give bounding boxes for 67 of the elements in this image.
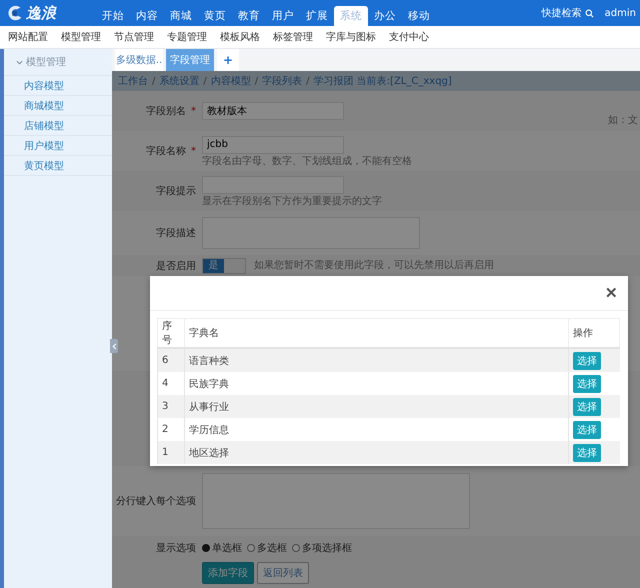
radio-button[interactable] bbox=[247, 544, 255, 552]
side-note: 如：文 bbox=[608, 114, 638, 127]
chevron-left-icon bbox=[112, 342, 116, 350]
page-tab[interactable]: 多级数据.. bbox=[115, 49, 163, 71]
sub-nav-link[interactable]: 网站配置 bbox=[8, 30, 48, 44]
form-button[interactable]: 返回列表 bbox=[257, 562, 309, 584]
sidebar-toggle-button[interactable] bbox=[110, 339, 118, 353]
sub-nav-link[interactable]: 支付中心 bbox=[389, 30, 429, 44]
sub-nav-link[interactable]: 模板风格 bbox=[220, 30, 260, 44]
select-button[interactable]: 选择 bbox=[573, 444, 601, 462]
table-cell: 从事行业 bbox=[184, 395, 568, 418]
field-label: 字段提示 bbox=[156, 186, 196, 197]
sub-nav-link[interactable]: 专题管理 bbox=[167, 30, 207, 44]
breadcrumb-separator: / bbox=[254, 76, 258, 86]
required-asterisk: * bbox=[191, 106, 196, 117]
breadcrumb-separator: / bbox=[306, 76, 310, 86]
nav-tab[interactable]: 扩展 bbox=[300, 6, 334, 26]
nav-tab[interactable]: 内容 bbox=[130, 6, 164, 26]
user-menu[interactable]: admin bbox=[604, 8, 636, 18]
sub-nav-link[interactable]: 节点管理 bbox=[114, 30, 154, 44]
radio-label: 多选框 bbox=[257, 542, 287, 555]
toggle-switch[interactable]: 是 bbox=[202, 258, 246, 274]
table-cell: 6 bbox=[158, 348, 184, 372]
input-field[interactable]: jcbb bbox=[202, 136, 344, 154]
field-label: 分行键入每个选项 bbox=[116, 496, 196, 507]
help-text: 如果您暂时不需要使用此字段，可以先禁用以后再启用 bbox=[254, 260, 494, 271]
nav-tab[interactable]: 教育 bbox=[232, 6, 266, 26]
field-label: 显示选项 bbox=[156, 543, 196, 554]
radio-button[interactable] bbox=[292, 544, 300, 552]
logo-text: 逸浪 bbox=[26, 4, 56, 22]
table-cell: 3 bbox=[158, 395, 184, 418]
help-text: 显示在字段别名下方作为重要提示的文字 bbox=[202, 196, 382, 206]
nav-tab[interactable]: 商城 bbox=[164, 6, 198, 26]
nav-tab[interactable]: 办公 bbox=[368, 6, 402, 26]
select-button[interactable]: 选择 bbox=[573, 352, 601, 370]
breadcrumb-separator: / bbox=[203, 76, 207, 86]
field-label: 字段描述 bbox=[156, 228, 196, 239]
field-label: 字段名称 bbox=[146, 146, 186, 157]
radio-button[interactable] bbox=[202, 544, 210, 552]
logo-swoosh-icon bbox=[6, 4, 24, 22]
field-label: 字段别名 bbox=[146, 106, 186, 117]
page-tab[interactable]: 字段管理 bbox=[166, 49, 214, 71]
nav-tab[interactable]: 黄页 bbox=[198, 6, 232, 26]
sub-nav-link[interactable]: 标签管理 bbox=[273, 30, 313, 44]
sub-nav-link[interactable]: 模型管理 bbox=[61, 30, 101, 44]
radio-label: 多项选择框 bbox=[302, 542, 352, 555]
add-tab-button[interactable]: + bbox=[217, 49, 239, 71]
table-cell: 语言种类 bbox=[184, 348, 568, 372]
nav-tab[interactable]: 用户 bbox=[266, 6, 300, 26]
quick-search-link[interactable]: 快捷检索 bbox=[542, 6, 582, 20]
chevron-icon bbox=[16, 58, 23, 66]
sub-nav-link[interactable]: 字库与图标 bbox=[326, 30, 376, 44]
breadcrumb-separator: / bbox=[152, 76, 156, 86]
input-field[interactable]: 教材版本 bbox=[202, 102, 344, 120]
search-icon[interactable] bbox=[584, 8, 594, 18]
help-text: 字段名由字母、数字、下划线组成，不能有空格 bbox=[202, 156, 412, 166]
select-button[interactable]: 选择 bbox=[573, 374, 601, 392]
field-label: 是否启用 bbox=[156, 260, 196, 272]
nav-tab[interactable]: 移动 bbox=[402, 6, 436, 26]
table-cell: 1 bbox=[158, 441, 184, 464]
required-asterisk: * bbox=[191, 146, 196, 157]
table-cell: 地区选择 bbox=[184, 441, 568, 464]
radio-label: 单选框 bbox=[212, 542, 242, 555]
nav-tab[interactable]: 开始 bbox=[96, 6, 130, 26]
select-button[interactable]: 选择 bbox=[573, 398, 601, 416]
select-button[interactable]: 选择 bbox=[573, 420, 601, 438]
close-button[interactable]: ✕ bbox=[603, 286, 620, 300]
